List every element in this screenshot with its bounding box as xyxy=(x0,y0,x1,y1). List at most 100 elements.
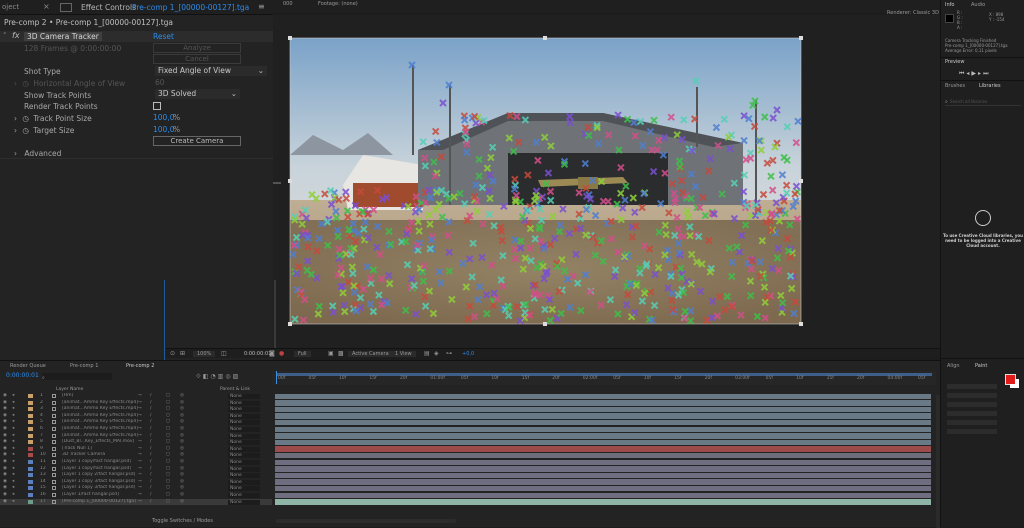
pickwhip-icon[interactable]: ◎ xyxy=(180,472,184,479)
visibility-eye-icon[interactable]: ◉ xyxy=(3,400,7,407)
3d-switch-icon[interactable]: ◻ xyxy=(166,452,170,459)
layer-duration-bar[interactable] xyxy=(275,426,931,433)
effect-name[interactable]: 3D Camera Tracker xyxy=(24,32,102,41)
show-points-dropdown[interactable]: 3D Solved ⌄ xyxy=(155,89,240,99)
parent-dropdown[interactable]: None xyxy=(228,486,260,492)
audio-icon[interactable]: ◂ xyxy=(12,406,14,413)
shy-switch-icon[interactable]: ⊸ xyxy=(138,406,142,413)
label-color[interactable] xyxy=(28,453,33,458)
zoom-dropdown[interactable]: 100% xyxy=(193,351,216,357)
audio-icon[interactable]: ◂ xyxy=(12,485,14,492)
layer-duration-bar[interactable] xyxy=(275,499,931,505)
fx-switch-icon[interactable]: ∕ xyxy=(150,466,152,473)
audio-icon[interactable]: ◂ xyxy=(12,472,14,479)
3d-switch-icon[interactable]: ◻ xyxy=(166,446,170,453)
shy-switch-icon[interactable]: ⊸ xyxy=(138,400,142,407)
audio-icon[interactable]: ◂ xyxy=(12,419,14,426)
layer-name[interactable]: [Layer 1 copy 3/fact hangar.psd] xyxy=(62,485,135,492)
transform-handle[interactable] xyxy=(799,36,803,40)
label-color[interactable] xyxy=(28,479,33,484)
layer-name[interactable]: [animat...Ammo Key Effects.mp4] xyxy=(62,406,138,413)
expand-chevron-icon[interactable]: ˅ xyxy=(3,32,7,40)
tab-render-queue[interactable]: Render Queue xyxy=(10,363,46,369)
3d-switch-icon[interactable]: ◻ xyxy=(166,433,170,440)
shy-switch-icon[interactable]: ⊸ xyxy=(138,492,142,499)
info-tab[interactable]: Info xyxy=(945,2,954,8)
resolution-dropdown[interactable]: Full xyxy=(294,351,311,357)
audio-icon[interactable]: ◂ xyxy=(12,426,14,433)
comp-flowchart-icon[interactable]: ⟐ xyxy=(196,373,203,380)
layer-duration-bar[interactable] xyxy=(275,419,931,426)
layer-row[interactable]: ◉ ◂ 6 [animat...Ammo Key Effects.mp4] ⊸ ∕ ◻ ◎ No… xyxy=(0,426,272,433)
layer-duration-bar[interactable] xyxy=(275,479,931,485)
expand-chevron-icon[interactable]: › xyxy=(14,149,17,158)
visibility-eye-icon[interactable]: ◉ xyxy=(3,433,7,440)
layer-row[interactable]: ◉ ◂ 2 [animat...Ammo Key Effects.mp4] ⊸ ∕ ◻ ◎ No… xyxy=(0,400,272,407)
close-icon[interactable]: × xyxy=(43,2,50,11)
parent-dropdown[interactable]: None xyxy=(228,420,260,426)
tab-pre-comp-1[interactable]: Pre-comp 1 xyxy=(70,363,98,369)
layer-row[interactable]: ◉ ◂ 11 [Layer 1 copy/fact hangar.psd] ⊸ ∕ ◻ ◎ No… xyxy=(0,459,272,466)
label-color[interactable] xyxy=(28,394,33,398)
visibility-eye-icon[interactable]: ◉ xyxy=(3,426,7,433)
audio-icon[interactable]: ◂ xyxy=(12,459,14,466)
audio-icon[interactable]: ◂ xyxy=(12,466,14,473)
layer-duration-bar[interactable] xyxy=(275,406,931,413)
layer-name[interactable]: [Pre-comp 1_[00000-00127].tga] xyxy=(62,499,136,506)
audio-icon[interactable]: ◂ xyxy=(12,479,14,486)
label-color[interactable] xyxy=(28,473,33,478)
layer-duration-bar[interactable] xyxy=(275,452,931,459)
label-color[interactable] xyxy=(28,433,33,438)
layer-row[interactable]: ◉ ◂ 13 [Layer 1 copy 2/fact hangar.psd] ⊸ ∕ ◻ ◎… xyxy=(0,472,272,479)
3d-switch-icon[interactable]: ◻ xyxy=(166,485,170,492)
audio-icon[interactable]: ◂ xyxy=(12,492,14,499)
cancel-button[interactable]: Cancel xyxy=(153,54,241,64)
layer-name[interactable]: [Layer 1/fact hangar.psd] xyxy=(62,492,119,499)
visibility-eye-icon[interactable]: ◉ xyxy=(3,419,7,426)
shy-switch-icon[interactable]: ⊸ xyxy=(138,439,142,446)
audio-icon[interactable]: ◂ xyxy=(12,413,14,420)
3d-switch-icon[interactable]: ◻ xyxy=(166,492,170,499)
exposure-value[interactable]: +0,0 xyxy=(462,351,474,357)
layer-search-input[interactable]: ⌕ xyxy=(42,373,112,381)
parent-dropdown[interactable]: None xyxy=(228,413,260,419)
3d-switch-icon[interactable]: ◻ xyxy=(166,466,170,473)
libraries-tab[interactable]: Libraries xyxy=(979,83,1001,89)
visibility-eye-icon[interactable]: ◉ xyxy=(3,492,7,499)
composition-frame[interactable] xyxy=(273,15,940,348)
shy-switch-icon[interactable]: ⊸ xyxy=(138,472,142,479)
label-color[interactable] xyxy=(28,486,33,491)
layer-duration-bar[interactable] xyxy=(275,413,931,419)
reset-link[interactable]: Reset xyxy=(153,32,174,41)
fx-switch-icon[interactable]: ∕ xyxy=(150,479,152,486)
audio-icon[interactable]: ◂ xyxy=(12,400,14,407)
fx-switch-icon[interactable]: ∕ xyxy=(150,446,152,453)
layer-name[interactable]: [Track Null 1] xyxy=(62,446,92,453)
pickwhip-icon[interactable]: ◎ xyxy=(180,466,184,473)
fx-switch-icon[interactable]: ∕ xyxy=(150,406,152,413)
parent-dropdown[interactable]: None xyxy=(228,473,260,479)
label-color[interactable] xyxy=(28,400,33,405)
column-layer-name[interactable]: Layer Name xyxy=(56,387,83,392)
paint-tab[interactable]: Paint xyxy=(975,363,987,369)
pickwhip-icon[interactable]: ◎ xyxy=(180,393,184,400)
transform-handle[interactable] xyxy=(543,36,547,40)
label-color[interactable] xyxy=(28,407,33,412)
flowchart-icon[interactable]: ⊶ xyxy=(446,350,452,357)
layer-name[interactable]: [animat...Ammo Key Effects.mp4] xyxy=(62,400,138,407)
pickwhip-icon[interactable]: ◎ xyxy=(180,499,184,506)
audio-icon[interactable]: ◂ xyxy=(12,433,14,440)
fx-switch-icon[interactable]: ∕ xyxy=(150,485,152,492)
shy-switch-icon[interactable]: ⊸ xyxy=(138,446,142,453)
viewer-timecode[interactable]: 0:00:00:01 xyxy=(244,351,271,357)
layer-row[interactable]: ◉ ◂ 14 [Layer 1 copy 3/fact hangar.psd] ⊸ ∕ ◻ ◎… xyxy=(0,479,272,486)
layer-name[interactable]: [Dust_Bl...Key_Effects_MAI.mov] xyxy=(62,439,134,446)
parent-dropdown[interactable]: None xyxy=(228,499,260,505)
render-points-checkbox[interactable] xyxy=(153,102,161,110)
fx-switch-icon[interactable]: ∕ xyxy=(150,426,152,433)
shy-switch-icon[interactable]: ⊸ xyxy=(138,499,142,506)
pickwhip-icon[interactable]: ◎ xyxy=(180,419,184,426)
pickwhip-icon[interactable]: ◎ xyxy=(180,413,184,420)
label-color[interactable] xyxy=(28,466,33,471)
pickwhip-icon[interactable]: ◎ xyxy=(180,452,184,459)
